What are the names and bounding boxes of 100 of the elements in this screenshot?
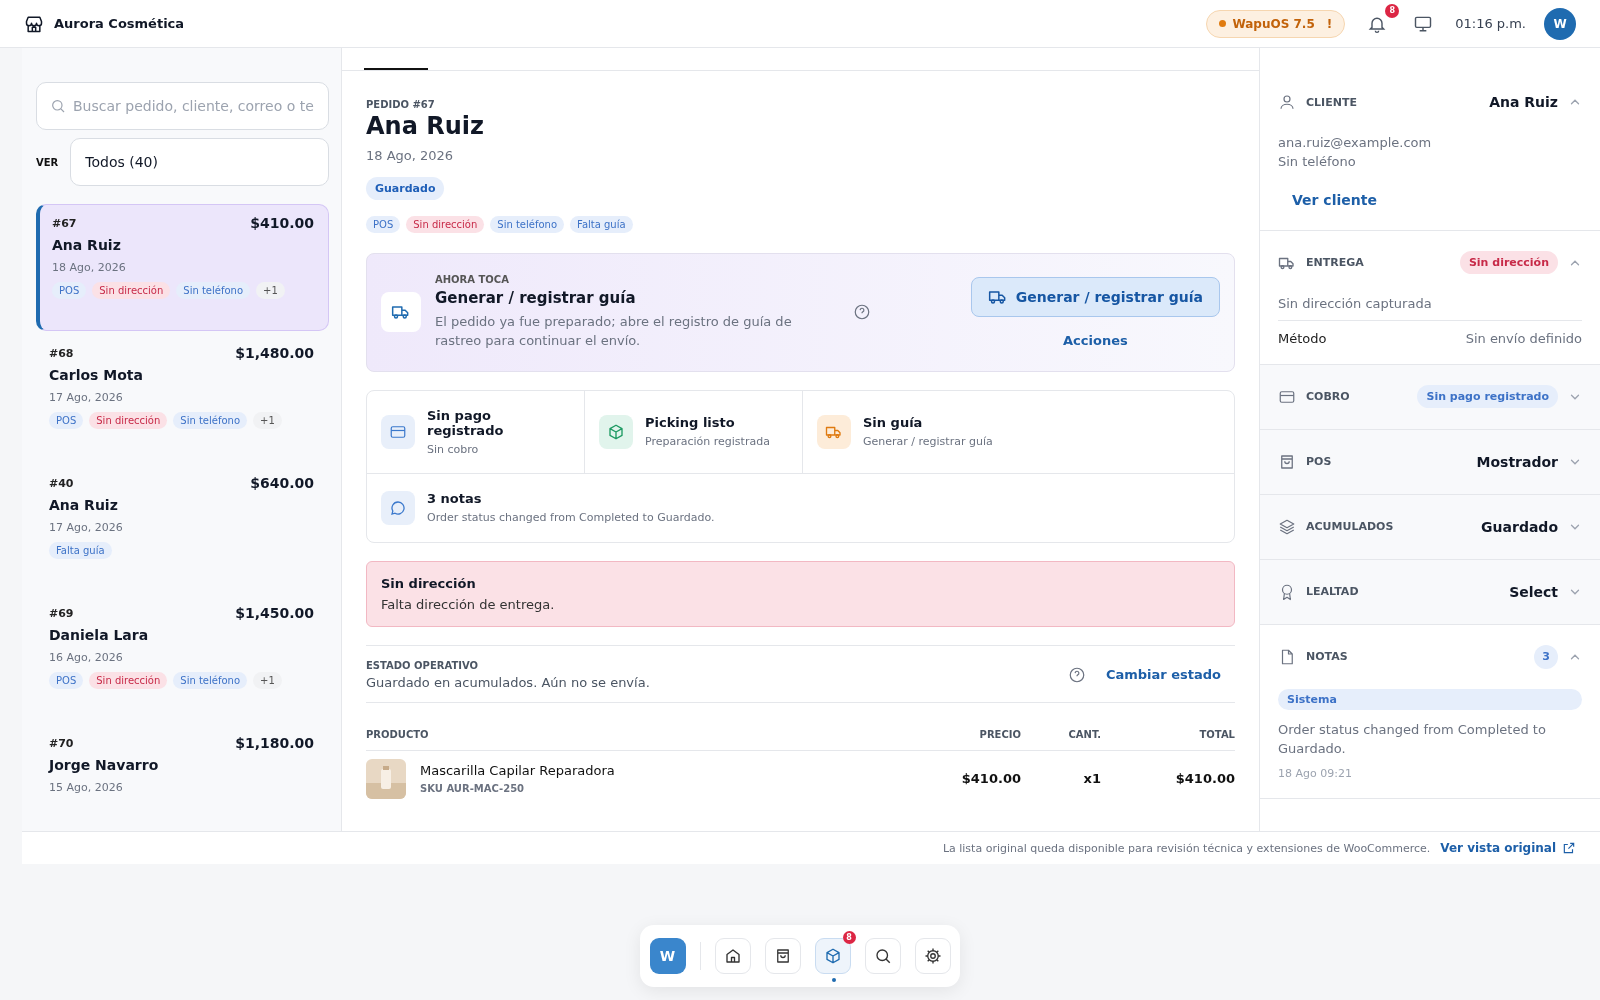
order-title: Ana Ruiz bbox=[366, 112, 485, 140]
customer-name: Jorge Navarro bbox=[49, 757, 160, 773]
section-text: Sin teléfono bbox=[1278, 152, 1357, 171]
next-step-title: Generar / registrar guía bbox=[435, 289, 637, 307]
product-quantity: x1 bbox=[1082, 771, 1101, 787]
note-text: Order status changed from Completed to Guardado. bbox=[1278, 720, 1547, 759]
alert-title: Sin dirección bbox=[381, 575, 477, 591]
order-date: 15 Ago, 2026 bbox=[49, 781, 124, 794]
order-date: 17 Ago, 2026 bbox=[49, 391, 124, 404]
column-header: PRECIO bbox=[978, 728, 1021, 740]
order-tag: Falta guía bbox=[49, 542, 112, 559]
order-card[interactable]: #70 $1,180.00 Jorge Navarro 15 Ago, 2026 bbox=[36, 724, 329, 831]
dock-badge: 8 bbox=[842, 931, 856, 944]
warning-tag: Sin dirección bbox=[89, 412, 168, 429]
more-count: +1 bbox=[253, 412, 282, 429]
view-customer-link[interactable]: Ver cliente bbox=[1292, 191, 1377, 208]
order-number: #68 bbox=[49, 346, 74, 360]
app-logo-button[interactable]: W bbox=[649, 938, 686, 974]
section-title: COBRO bbox=[1306, 390, 1351, 404]
customer-name: Ana Ruiz bbox=[49, 497, 119, 513]
warning-tag: Sin dirección bbox=[92, 282, 171, 299]
next-step-description: El pedido ya fue preparado; abre el registro de guía de rastreo para continuar el envío. bbox=[435, 313, 793, 350]
section-text: ana.ruiz@example.com bbox=[1278, 134, 1433, 152]
product-price: $410.00 bbox=[960, 771, 1021, 787]
order-number: #70 bbox=[49, 736, 74, 750]
footer-note: La lista original queda disponible para revisión técnica y extensiones de WooCommerce. bbox=[942, 841, 1431, 855]
field-value: Sin envío definido bbox=[1465, 330, 1582, 346]
customer-name: Ana Ruiz bbox=[52, 237, 122, 253]
filter-dropdown[interactable]: Todos (40) bbox=[70, 138, 329, 186]
section-value: Guardado bbox=[1481, 518, 1558, 535]
section-title: LEALTAD bbox=[1306, 585, 1360, 599]
alert-mark: ! bbox=[1326, 16, 1333, 31]
version-badge[interactable]: WapuOS 7.5 ! bbox=[1206, 9, 1346, 38]
warning-tag: Sin dirección bbox=[89, 672, 168, 689]
section-value: Mostrador bbox=[1476, 453, 1558, 470]
order-label: PEDIDO #67 bbox=[366, 99, 436, 110]
section-title: ACUMULADOS bbox=[1306, 520, 1395, 534]
change-status-button[interactable]: Cambiar estado bbox=[1105, 667, 1221, 683]
column-header: CANT. bbox=[1067, 728, 1101, 740]
customer-name: Carlos Mota bbox=[49, 367, 144, 383]
order-tag: Sin teléfono bbox=[176, 282, 251, 299]
check-title: Picking listo bbox=[645, 415, 736, 431]
more-count: +1 bbox=[253, 672, 282, 689]
status-badge: Guardado bbox=[366, 177, 445, 200]
check-subtitle: Generar / registrar guía bbox=[863, 435, 993, 449]
order-card[interactable]: #40 $640.00 Ana Ruiz 17 Ago, 2026 Falta guía bbox=[36, 464, 329, 591]
check-subtitle: Preparación registrada bbox=[645, 435, 770, 449]
count-badge: 3 bbox=[1534, 644, 1558, 669]
order-date: 17 Ago, 2026 bbox=[49, 521, 124, 534]
section-title: CLIENTE bbox=[1306, 95, 1358, 109]
order-tag: POS bbox=[49, 672, 84, 689]
order-tag: POS bbox=[49, 412, 84, 429]
order-total: $1,480.00 bbox=[235, 345, 314, 361]
order-number: #40 bbox=[49, 476, 74, 490]
field-label: Método bbox=[1278, 330, 1327, 346]
order-total: $640.00 bbox=[250, 475, 314, 491]
check-subtitle: Sin cobro bbox=[427, 442, 480, 456]
search-field[interactable]: Buscar pedido, cliente, correo o te bbox=[36, 82, 329, 130]
order-total: $1,180.00 bbox=[235, 735, 314, 751]
product-sku: SKU AUR-MAC-250 bbox=[420, 783, 526, 795]
note-source-tag: Sistema bbox=[1278, 688, 1582, 710]
user-avatar[interactable]: W bbox=[1544, 7, 1576, 40]
status-tag: Sin pago registrado bbox=[1417, 385, 1558, 409]
notes-title: 3 notas bbox=[427, 491, 483, 507]
actions-button[interactable]: Acciones bbox=[1063, 332, 1128, 348]
order-tag: Sin teléfono bbox=[173, 412, 248, 429]
store-name: Aurora Cosmética bbox=[54, 16, 185, 31]
state-text: Guardado en acumulados. Aún no se envía. bbox=[366, 674, 651, 690]
order-number: #69 bbox=[49, 606, 74, 620]
section-title: NOTAS bbox=[1306, 650, 1349, 664]
section-value: Select bbox=[1509, 583, 1558, 600]
order-card[interactable]: #68 $1,480.00 Carlos Mota 17 Ago, 2026 POS Sin dirección Sin teléfono +1 bbox=[36, 334, 329, 461]
notification-count: 8 bbox=[1385, 3, 1400, 18]
order-card[interactable]: #69 $1,450.00 Daniela Lara 16 Ago, 2026 POS Sin dirección Sin teléfono +1 bbox=[36, 594, 329, 721]
section-title: ENTREGA bbox=[1306, 256, 1365, 270]
order-date: 18 Ago, 2026 bbox=[52, 261, 127, 274]
order-tag: POS bbox=[366, 216, 401, 233]
column-header: PRODUCTO bbox=[366, 728, 430, 740]
note-time: 18 Ago 09:21 bbox=[1278, 766, 1353, 780]
more-count: +1 bbox=[256, 282, 285, 299]
section-value: Ana Ruiz bbox=[1489, 94, 1558, 110]
check-title: Sin pago registrado bbox=[427, 407, 505, 438]
original-view-link[interactable]: Ver vista original bbox=[1440, 841, 1576, 855]
alert-message: Falta dirección de entrega. bbox=[381, 596, 556, 612]
order-tag: Falta guía bbox=[570, 216, 633, 233]
next-step-label: AHORA TOCA bbox=[435, 274, 510, 285]
section-title: POS bbox=[1306, 455, 1333, 469]
section-text: Sin dirección capturada bbox=[1278, 294, 1433, 313]
order-tag: Sin teléfono bbox=[173, 672, 248, 689]
clock: 01:16 p.m. bbox=[1455, 16, 1526, 31]
check-title: Sin guía bbox=[863, 415, 924, 431]
state-label: ESTADO OPERATIVO bbox=[366, 659, 480, 671]
order-number: #67 bbox=[52, 216, 77, 230]
order-card[interactable]: #67 $410.00 Ana Ruiz 18 Ago, 2026 POS Sin dirección Sin teléfono +1 bbox=[36, 204, 329, 331]
order-total: $1,450.00 bbox=[235, 605, 314, 621]
warning-tag: Sin dirección bbox=[406, 216, 485, 233]
warning-tag: Sin dirección bbox=[1459, 251, 1558, 275]
order-tag: POS bbox=[52, 282, 87, 299]
column-header: TOTAL bbox=[1198, 728, 1235, 740]
generate-label-button[interactable]: Generar / registrar guía bbox=[970, 276, 1220, 317]
